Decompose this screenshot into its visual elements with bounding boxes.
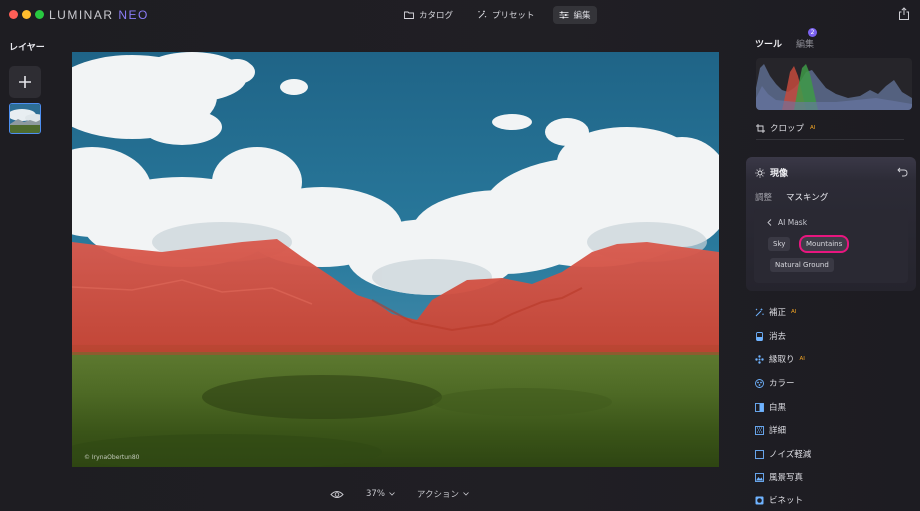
histogram-graph — [756, 64, 912, 110]
edit-button[interactable]: 編集 — [552, 6, 597, 24]
tool-denoise[interactable]: ノイズ軽減 — [755, 448, 811, 460]
edit-label: 編集 — [573, 11, 591, 21]
ai-tag: AI — [810, 125, 816, 131]
top-nav: カタログ プリセット 編集 — [398, 5, 597, 25]
tool-vignette[interactable]: ビネット — [755, 494, 803, 506]
develop-title: 現像 — [770, 169, 789, 179]
tool-label: ノイズ軽減 — [769, 450, 812, 460]
tool-label: カラー — [769, 379, 795, 389]
logo-accent-text: NEO — [118, 8, 149, 22]
actions-dropdown[interactable]: アクション — [417, 488, 469, 500]
enhance-icon — [755, 308, 764, 316]
minimize-window-button[interactable] — [22, 10, 31, 19]
layer-thumbnail[interactable] — [9, 103, 41, 134]
divider — [756, 139, 904, 140]
tool-label: 白黒 — [769, 403, 787, 413]
photo-watermark: © IrynaObertun80 — [84, 454, 140, 461]
logo-text: LUMINAR — [49, 8, 119, 22]
layers-title: レイヤー — [9, 43, 45, 53]
tool-structure[interactable]: 縁取り AI — [755, 353, 805, 365]
ai-mask-back-button[interactable]: AI Mask — [767, 218, 807, 227]
tool-landscape[interactable]: 風景写真 — [755, 471, 803, 483]
catalog-button[interactable]: カタログ — [398, 6, 459, 24]
actions-label: アクション — [416, 490, 459, 500]
close-window-button[interactable] — [9, 10, 18, 19]
ai-tag: AI — [799, 356, 805, 362]
vignette-icon — [755, 496, 764, 504]
zoom-value: 37% — [366, 489, 385, 499]
tool-enhance[interactable]: 補正 AI — [755, 306, 796, 318]
presets-button[interactable]: プリセット — [471, 6, 541, 24]
develop-header[interactable]: 現像 — [755, 166, 788, 179]
develop-panel: 現像 調整 マスキング AI Mask Sky Mountains Natura… — [746, 157, 916, 291]
tool-details[interactable]: 詳細 — [755, 424, 786, 436]
folder-icon — [404, 11, 414, 19]
catalog-label: カタログ — [419, 11, 454, 21]
tool-label: 補正 — [769, 308, 787, 318]
presets-label: プリセット — [492, 11, 535, 21]
sliders-icon — [559, 11, 569, 19]
structure-icon — [755, 354, 764, 364]
ai-mask-label: AI Mask — [778, 218, 808, 227]
tab-masking[interactable]: マスキング — [786, 191, 828, 203]
landscape-photo — [72, 52, 719, 467]
zoom-dropdown[interactable]: 37% — [366, 489, 395, 499]
plus-icon — [19, 76, 31, 88]
chevron-down-icon — [389, 492, 395, 496]
edits-count-badge: 2 — [808, 28, 818, 37]
chevron-down-icon — [463, 492, 469, 496]
tool-bw[interactable]: 白黒 — [755, 401, 786, 413]
tool-erase[interactable]: 消去 — [755, 330, 786, 342]
tab-edits[interactable]: 編集 2 — [796, 28, 818, 50]
details-icon — [755, 425, 764, 435]
add-layer-button[interactable] — [9, 66, 41, 98]
sun-icon — [755, 167, 765, 178]
crop-label: クロップ — [770, 124, 805, 134]
bottom-toolbar: 37% アクション — [330, 488, 469, 500]
tool-label: 風景写真 — [769, 473, 804, 483]
undo-icon[interactable] — [897, 166, 908, 177]
luminar-window: LUMINAR NEO カタログ プリセット 編集 レイヤー © IrynaOb… — [0, 0, 920, 511]
ai-mask-box: AI Mask Sky Mountains Natural Ground — [754, 209, 908, 283]
share-icon[interactable] — [898, 7, 910, 21]
photo-canvas[interactable]: © IrynaObertun80 — [72, 52, 719, 467]
zoom-window-button[interactable] — [35, 10, 44, 19]
bw-icon — [755, 402, 764, 412]
mask-chip-sky[interactable]: Sky — [768, 237, 791, 251]
eye-icon[interactable] — [330, 490, 344, 499]
tool-label: ビネット — [769, 496, 804, 506]
crop-tool[interactable]: クロップ AI — [756, 122, 815, 134]
tool-label: 消去 — [769, 332, 787, 342]
layer-thumbnail-image — [10, 104, 40, 133]
tool-label: 縁取り — [769, 355, 795, 365]
tab-adjust[interactable]: 調整 — [755, 191, 772, 203]
crop-icon — [756, 123, 765, 133]
right-panel-tabs: ツール 編集 2 — [755, 28, 818, 50]
color-icon — [755, 378, 764, 388]
chevron-left-icon — [767, 219, 772, 226]
mask-chip-natural-ground[interactable]: Natural Ground — [770, 258, 834, 272]
titlebar: LUMINAR NEO カタログ プリセット 編集 — [0, 0, 920, 30]
landscape-icon — [755, 472, 764, 482]
histogram — [756, 58, 912, 110]
tool-color[interactable]: カラー — [755, 377, 795, 389]
mask-chip-mountains[interactable]: Mountains — [801, 237, 848, 251]
denoise-icon — [755, 449, 764, 459]
tab-tools[interactable]: ツール — [755, 37, 782, 50]
app-logo: LUMINAR NEO — [49, 8, 149, 22]
tab-edits-label: 編集 — [796, 40, 815, 50]
develop-subtabs: 調整 マスキング — [755, 191, 828, 203]
ai-tag: AI — [791, 309, 797, 315]
tool-label: 詳細 — [769, 426, 787, 436]
erase-icon — [756, 331, 763, 341]
sparkle-icon — [478, 10, 487, 19]
